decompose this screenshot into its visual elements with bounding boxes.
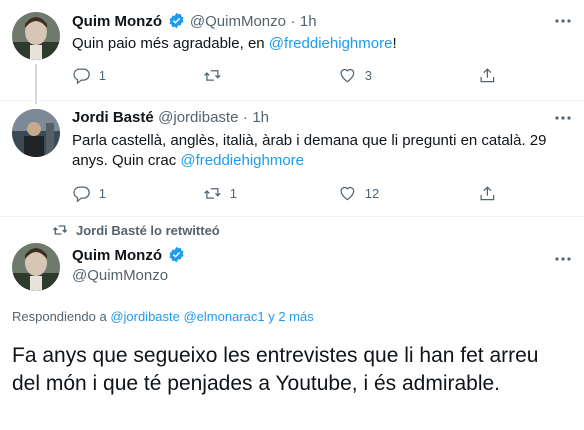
divider — [0, 100, 584, 101]
reply-count: 1 — [98, 185, 106, 201]
retweet-count: 1 — [229, 185, 237, 201]
like-count: 3 — [364, 67, 372, 83]
reply-button[interactable]: 1 — [72, 66, 106, 85]
tweet-text: Quin paio més agradable, en @freddiehigh… — [72, 35, 397, 52]
share-button[interactable] — [478, 184, 497, 203]
author-handle[interactable]: @QuimMonzo — [72, 267, 168, 284]
author-name[interactable]: Jordi Basté — [72, 109, 154, 126]
like-button[interactable]: 3 — [338, 66, 372, 85]
like-icon — [340, 68, 355, 83]
more-icon[interactable] — [554, 109, 572, 127]
share-button[interactable] — [478, 66, 497, 85]
mention-link[interactable]: @freddiehighmore — [180, 152, 304, 169]
mention-link[interactable]: @freddiehighmore — [269, 35, 393, 52]
reply-button[interactable]: 1 — [72, 184, 106, 203]
timestamp[interactable]: 1h — [300, 13, 317, 30]
author-handle[interactable]: @QuimMonzo — [190, 13, 286, 30]
retweet-icon — [204, 188, 221, 199]
retweet-button[interactable] — [203, 66, 230, 85]
retweet-icon — [204, 70, 221, 81]
share-icon — [480, 68, 495, 83]
avatar[interactable] — [12, 12, 60, 60]
separator-dot: · — [290, 13, 296, 30]
more-icon[interactable] — [554, 250, 572, 268]
retweet-icon — [52, 225, 68, 235]
timestamp[interactable]: 1h — [252, 109, 269, 126]
retweet-banner-label[interactable]: Jordi Basté lo retwitteó — [76, 223, 220, 238]
author-name[interactable]: Quim Monzó — [72, 13, 162, 30]
reply-icon — [73, 68, 90, 85]
avatar[interactable] — [12, 109, 60, 157]
avatar[interactable] — [12, 243, 60, 291]
author-handle[interactable]: @jordibaste — [158, 109, 238, 126]
retweet-button[interactable]: 1 — [203, 184, 237, 203]
reply-count: 1 — [98, 67, 106, 83]
replying-to: Respondiendo a @jordibaste @elmonarac1 y… — [12, 309, 314, 324]
tweet-text: Fa anys que segueixo les entrevistes que… — [12, 344, 539, 395]
verified-badge-icon — [169, 12, 184, 29]
verified-badge-icon — [169, 246, 184, 263]
more-icon[interactable] — [554, 12, 572, 30]
share-icon — [480, 186, 495, 201]
retweet-banner: Jordi Basté lo retwitteó — [52, 222, 220, 238]
replying-to-mentions[interactable]: @jordibaste @elmonarac1 y 2 más — [110, 309, 313, 324]
like-count: 12 — [364, 185, 380, 201]
thread-line — [35, 64, 37, 104]
like-icon — [340, 186, 355, 201]
divider — [0, 216, 584, 217]
like-button[interactable]: 12 — [338, 184, 379, 203]
tweet-text: Parla castellà, anglès, italià, àrab i d… — [72, 132, 547, 169]
separator-dot: · — [242, 109, 248, 126]
reply-icon — [73, 186, 90, 203]
author-name[interactable]: Quim Monzó — [72, 247, 162, 264]
